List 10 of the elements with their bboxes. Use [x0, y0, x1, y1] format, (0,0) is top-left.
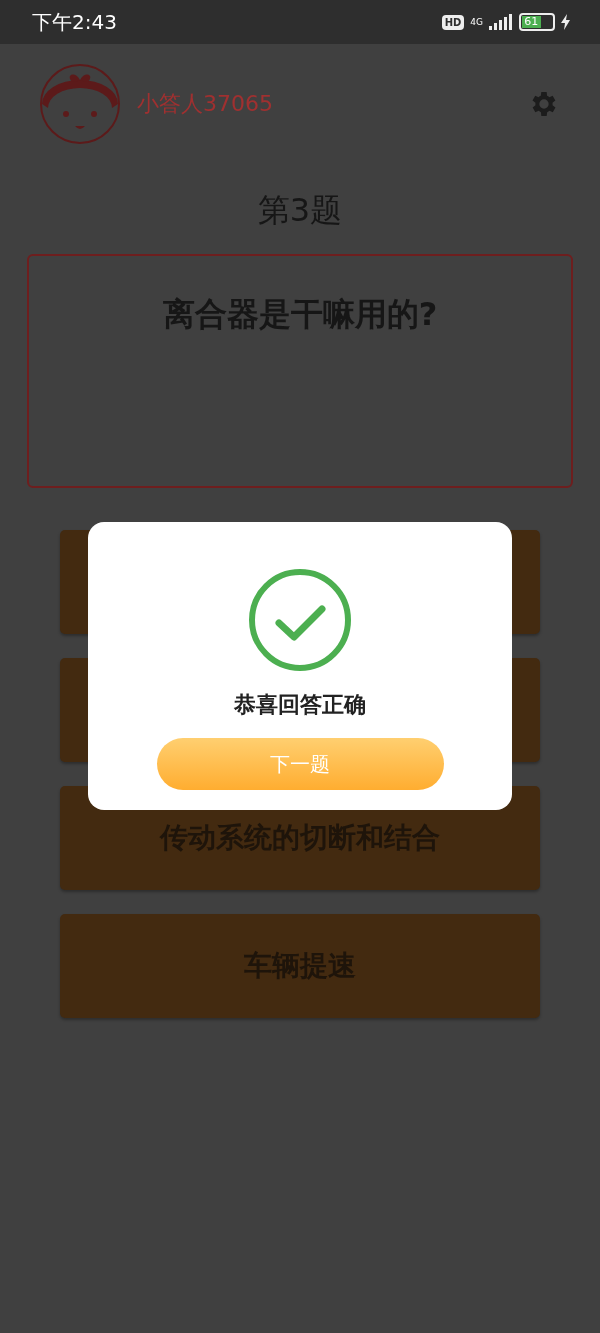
status-time: 下午2:43: [32, 8, 118, 36]
check-circle-icon: [248, 568, 352, 672]
hd-badge: HD: [441, 14, 465, 30]
result-message: 恭喜回答正确: [234, 691, 366, 719]
network-label: 4G: [470, 17, 483, 27]
battery-level-text: 61: [522, 16, 541, 28]
avatar-icon[interactable]: [40, 64, 120, 144]
username: 小答人37065: [137, 90, 274, 118]
next-question-button[interactable]: 下一题: [156, 738, 444, 790]
signal-icon: [489, 14, 513, 30]
